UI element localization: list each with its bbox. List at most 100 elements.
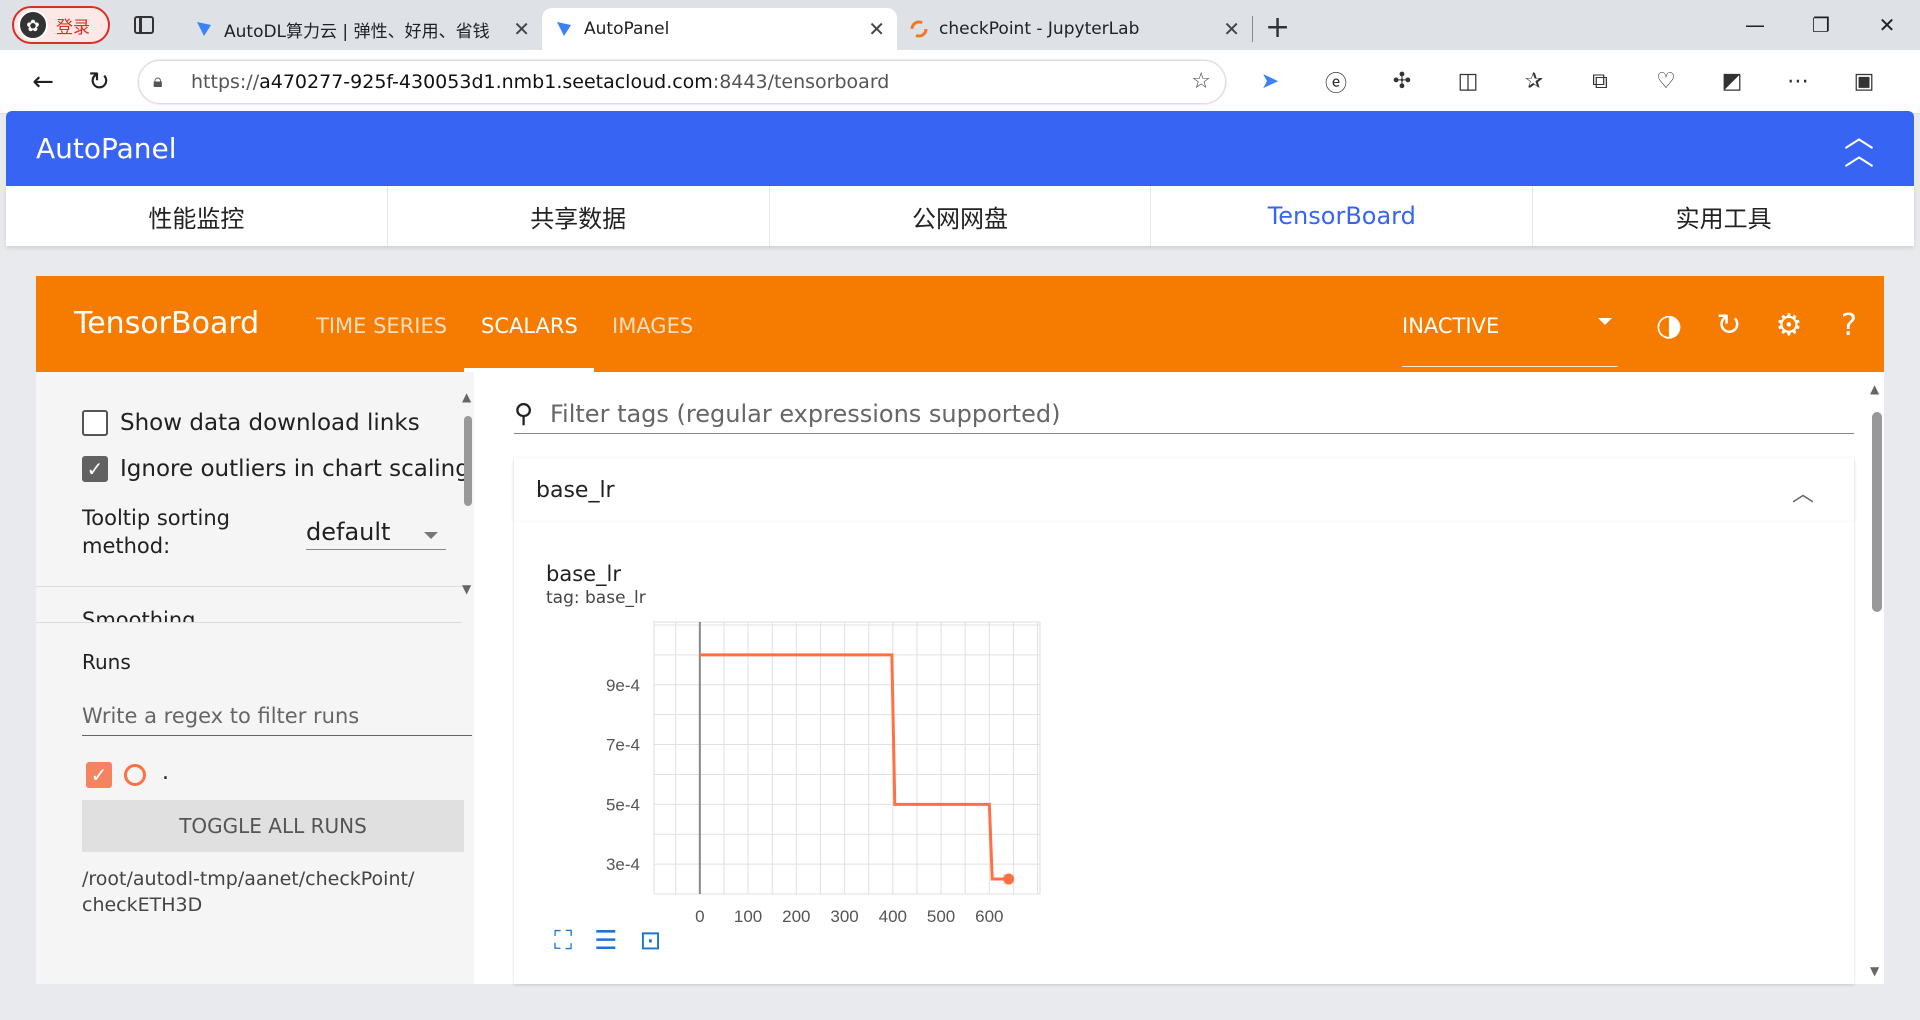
ignore-outliers-label: Ignore outliers in chart scaling	[120, 456, 470, 482]
fullscreen-icon[interactable]: ⛶	[554, 926, 572, 957]
tab-scalars[interactable]: SCALARS	[481, 314, 578, 338]
tab-time-series[interactable]: TIME SERIES	[316, 314, 447, 338]
select-underline	[1402, 366, 1618, 367]
address-toolbar: ← ↻ 🔒︎ https://a470277-925f-430053d1.nmb…	[0, 50, 1920, 114]
tensorboard-frame: TensorBoard TIME SERIES SCALARS IMAGES I…	[36, 276, 1884, 984]
runs-label: Runs	[82, 650, 131, 674]
dropdown-arrow-icon[interactable]	[1598, 318, 1612, 325]
close-tab-icon[interactable]: ✕	[868, 17, 885, 41]
tab-actions-button[interactable]	[124, 5, 164, 45]
toggle-log-scale-icon[interactable]: ☰	[594, 926, 617, 957]
nav-tensorboard[interactable]: TensorBoard	[1151, 186, 1534, 246]
show-download-checkbox[interactable]	[82, 410, 108, 436]
browser-essentials-icon[interactable]: ♡	[1642, 59, 1690, 105]
y-tick-label: 3e-4	[606, 855, 640, 874]
x-tick-label: 600	[975, 907, 1003, 926]
tab-title: AutoPanel	[584, 19, 670, 39]
app-title: AutoPanel	[36, 132, 177, 165]
scalar-chart[interactable]: 0 100 200 300 400 500 600 3e-4 5e-4 7e-4 9e-4	[514, 610, 1074, 930]
fit-domain-icon[interactable]: ⊡	[640, 926, 662, 957]
inactive-dashboards-select[interactable]: INACTIVE	[1402, 314, 1499, 338]
tab-actions-icon	[134, 16, 154, 34]
toggle-all-runs-button[interactable]: TOGGLE ALL RUNS	[82, 800, 464, 852]
run-name: .	[162, 760, 169, 785]
favorite-star-icon[interactable]: ☆	[1191, 69, 1211, 94]
divider	[36, 622, 462, 623]
profile-label: 登录	[56, 17, 90, 38]
new-tab-icon[interactable]: +	[1265, 10, 1290, 45]
y-tick-label: 9e-4	[606, 676, 640, 695]
nav-tools[interactable]: 实用工具	[1533, 186, 1914, 246]
scrollbar-thumb[interactable]	[1872, 412, 1882, 612]
logdir-line: /root/autodl-tmp/aanet/checkPoint/	[82, 868, 415, 890]
scrollbar-thumb[interactable]	[464, 416, 472, 506]
extension-e-icon[interactable]: ⓔ	[1312, 59, 1360, 105]
copilot-icon[interactable]: ◩	[1708, 59, 1756, 105]
restore-icon[interactable]: ❐	[1788, 0, 1854, 50]
tooltip-sorting-select[interactable]: default	[306, 518, 446, 550]
x-tick-label: 300	[830, 907, 858, 926]
help-icon[interactable]: ?	[1832, 308, 1866, 343]
collapse-icon[interactable]: ︿ ︿	[1844, 123, 1874, 171]
profile-button[interactable]: ✿ 登录	[12, 6, 110, 44]
logdir-path: /root/autodl-tmp/aanet/checkPoint/ check…	[82, 866, 462, 918]
autopanel-favicon-icon	[557, 22, 571, 36]
chart-toolbar: ⛶ ☰ ⊡	[554, 926, 661, 957]
minimize-icon[interactable]: —	[1722, 0, 1788, 50]
scroll-up-icon[interactable]: ▲	[1870, 382, 1879, 396]
show-download-label: Show data download links	[120, 410, 420, 436]
nav-cloud-disk[interactable]: 公网网盘	[770, 186, 1152, 246]
x-tick-label: 0	[695, 907, 704, 926]
nav-shared-data[interactable]: 共享数据	[388, 186, 770, 246]
sidebar-toggle-icon[interactable]: ▣	[1840, 59, 1888, 105]
scroll-down-icon[interactable]: ▼	[1870, 964, 1879, 978]
runs-filter-input[interactable]: Write a regex to filter runs	[82, 700, 472, 736]
tooltip-sorting-label-2: method:	[82, 534, 171, 558]
settings-gear-icon[interactable]: ⚙	[1772, 308, 1806, 343]
tab-title: checkPoint - JupyterLab	[939, 19, 1140, 39]
extensions-puzzle-icon[interactable]: ✣	[1378, 59, 1426, 105]
extension-bird-icon[interactable]: ➤	[1246, 59, 1294, 105]
x-tick-label: 100	[734, 907, 762, 926]
autodl-favicon-icon	[197, 22, 211, 36]
tab-title: AutoDL算力云 | 弹性、好用、省钱	[224, 21, 490, 42]
divider	[1252, 16, 1253, 42]
run-color-picker[interactable]	[124, 764, 146, 786]
scroll-up-icon[interactable]: ▲	[462, 390, 471, 404]
scroll-down-icon[interactable]: ▼	[462, 582, 471, 596]
tooltip-sorting-value: default	[306, 518, 391, 546]
favorites-icon[interactable]: ✰	[1510, 59, 1558, 105]
chevron-up-icon[interactable]: ︿	[1792, 476, 1814, 508]
browser-tab-autopanel[interactable]: AutoPanel ✕	[542, 8, 897, 50]
search-icon: ⚲	[514, 398, 534, 429]
run-checkbox[interactable]: ✓	[86, 762, 112, 788]
nav-performance[interactable]: 性能监控	[6, 186, 388, 246]
back-arrow-icon[interactable]: ←	[20, 59, 66, 105]
extensions-area: ➤ ⓔ ✣ ◫ ✰ ⧉ ♡ ◩ ⋯ ▣	[1246, 59, 1888, 105]
reload-icon[interactable]: ↻	[1712, 308, 1746, 343]
tag-filter-input[interactable]: ⚲ Filter tags (regular expressions suppo…	[514, 394, 1854, 434]
split-screen-icon[interactable]: ◫	[1444, 59, 1492, 105]
smoothing-label-clipped: Smoothing	[82, 608, 196, 622]
more-menu-icon[interactable]: ⋯	[1774, 59, 1822, 105]
browser-tab-strip: ✿ 登录 AutoDL算力云 | 弹性、好用、省钱 ✕ AutoPanel ✕ …	[0, 0, 1920, 50]
scalars-main: ⚲ Filter tags (regular expressions suppo…	[474, 372, 1884, 984]
browser-tab-jupyter[interactable]: checkPoint - JupyterLab ✕	[897, 8, 1252, 50]
close-window-icon[interactable]: ✕	[1854, 0, 1920, 50]
tag-group-header[interactable]: base_lr ︿	[514, 458, 1854, 522]
ignore-outliers-checkbox[interactable]: ✓	[82, 456, 108, 482]
address-bar[interactable]: 🔒︎ https://a470277-925f-430053d1.nmb1.se…	[138, 59, 1226, 104]
collections-icon[interactable]: ⧉	[1576, 59, 1624, 105]
tab-images[interactable]: IMAGES	[612, 314, 693, 338]
x-tick-label: 200	[782, 907, 810, 926]
sidebar-scrollbar[interactable]: ▲ ▼	[462, 390, 474, 600]
divider	[36, 586, 462, 587]
main-scrollbar[interactable]: ▲ ▼	[1868, 382, 1884, 982]
close-tab-icon[interactable]: ✕	[1223, 17, 1240, 41]
close-tab-icon[interactable]: ✕	[513, 17, 530, 41]
avatar: ✿	[18, 10, 48, 40]
refresh-icon[interactable]: ↻	[76, 59, 122, 105]
theme-toggle-icon[interactable]: ◑	[1652, 308, 1686, 343]
browser-tab-autodl[interactable]: AutoDL算力云 | 弹性、好用、省钱 ✕	[182, 8, 542, 50]
tag-group-title: base_lr	[536, 477, 615, 503]
